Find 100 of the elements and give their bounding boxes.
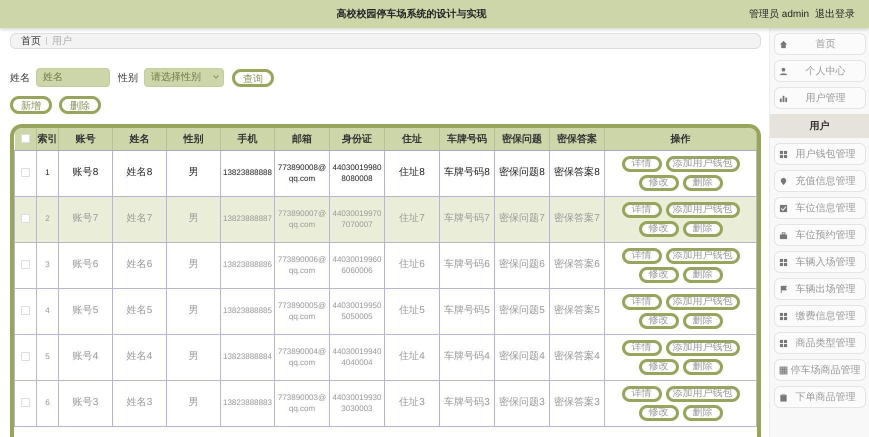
checkbox[interactable] <box>21 352 30 361</box>
action-button[interactable]: 新增 <box>10 96 52 114</box>
table-cell: 3 <box>36 242 58 288</box>
home-icon <box>778 40 788 48</box>
sidebar-item[interactable]: 车辆出场管理 <box>774 278 866 300</box>
sidebar-item[interactable]: 车位信息管理 <box>774 197 866 219</box>
row-action-button[interactable]: 详情 <box>622 386 662 402</box>
column-header: 车牌号码 <box>440 128 494 150</box>
flag-icon <box>778 284 788 294</box>
select-field[interactable]: 请选择性别 <box>144 68 224 87</box>
table-cell: 13823888884 <box>220 334 274 380</box>
sidebar-item[interactable]: 停车场商品管理 <box>774 359 866 381</box>
sidebar-item[interactable]: 充值信息管理 <box>774 170 866 192</box>
sidebar-item[interactable]: 首页 <box>774 33 866 55</box>
breadcrumb-item[interactable]: 首页 <box>21 34 41 48</box>
table-cell: 男 <box>166 288 220 334</box>
row-action-button[interactable]: 详情 <box>622 248 662 264</box>
column-header: 身份证 <box>330 128 384 150</box>
table-cell: 4 <box>36 288 58 334</box>
row-action-button[interactable]: 详情 <box>622 156 662 172</box>
row-action-button[interactable]: 修改 <box>638 266 678 282</box>
sidebar-item[interactable]: 下单商品管理 <box>774 386 866 408</box>
table-cell: 姓名3 <box>112 380 166 426</box>
table-cell: 账号3 <box>58 380 112 426</box>
table-cell: 密保答案6 <box>550 242 604 288</box>
table-cell: 密保答案7 <box>550 196 604 242</box>
table-cell: 773890005@qq.com <box>274 288 330 334</box>
table-cell: 住址7 <box>384 196 440 242</box>
sidebar-item[interactable]: 用户钱包管理 <box>774 143 866 165</box>
table-cell: 姓名7 <box>112 196 166 242</box>
row-action-button[interactable]: 添加用户钱包 <box>666 340 740 356</box>
table-cell: 账号6 <box>58 242 112 288</box>
row-action-button[interactable]: 修改 <box>638 358 678 374</box>
checkbox[interactable] <box>21 214 30 223</box>
table-cell: 密保答案3 <box>550 380 604 426</box>
table-cell: 密保问题7 <box>494 196 550 242</box>
column-header: 手机 <box>220 128 274 150</box>
column-header: 操作 <box>604 128 756 150</box>
table-cell: 6 <box>36 380 58 426</box>
checkbox[interactable] <box>21 260 30 269</box>
row-action-button[interactable]: 添加用户钱包 <box>666 294 740 310</box>
sidebar-item[interactable]: 缴费信息管理 <box>774 305 866 327</box>
checkbox[interactable] <box>20 134 30 144</box>
row-action-button[interactable]: 修改 <box>638 174 678 190</box>
checkbox[interactable] <box>21 398 30 407</box>
clipboard-icon <box>778 392 788 402</box>
row-action-button[interactable]: 添加用户钱包 <box>666 386 740 402</box>
row-action-button[interactable]: 删除 <box>682 220 722 236</box>
sidebar-item[interactable]: 用户管理 <box>774 87 866 109</box>
row-action-button[interactable]: 删除 <box>682 404 722 420</box>
bar-chart-icon <box>778 94 788 102</box>
row-action-button[interactable]: 详情 <box>622 202 662 218</box>
table-cell: 密保问题4 <box>494 334 550 380</box>
table-cell: 773890008@qq.com <box>274 150 330 196</box>
table-cell: 姓名4 <box>112 334 166 380</box>
row-action-button[interactable]: 详情 <box>622 294 662 310</box>
table-cell: 440300199808080008 <box>330 150 384 196</box>
field-label: 性别 <box>118 72 138 84</box>
checked-square-icon <box>778 204 788 212</box>
row-action-button[interactable]: 添加用户钱包 <box>666 248 740 264</box>
row-action-button[interactable]: 修改 <box>638 404 678 420</box>
sidebar-item[interactable]: 个人中心 <box>774 60 866 82</box>
table-cell: 密保答案5 <box>550 288 604 334</box>
row-action-button[interactable]: 修改 <box>638 220 678 236</box>
row-action-button[interactable]: 删除 <box>682 358 722 374</box>
sidebar-subitem[interactable]: 用户 <box>770 114 869 138</box>
row-action-button[interactable]: 详情 <box>622 340 662 356</box>
row-action-button[interactable]: 修改 <box>638 312 678 328</box>
sidebar-item[interactable]: 商品类型管理 <box>774 332 866 354</box>
table-cell: 2 <box>36 196 58 242</box>
sidebar-item[interactable]: 车位预约管理 <box>774 224 866 246</box>
input-field[interactable]: 姓名 <box>36 68 110 87</box>
table-cell: 13823888887 <box>220 196 274 242</box>
table-cell: 440300199606060006 <box>330 242 384 288</box>
search-button[interactable]: 查询 <box>232 68 274 86</box>
table-cell: 密保问题6 <box>494 242 550 288</box>
table-icon <box>778 366 788 374</box>
table-cell: 男 <box>166 242 220 288</box>
action-button[interactable]: 删除 <box>59 96 101 114</box>
table-cell: 男 <box>166 380 220 426</box>
table-cell: 姓名8 <box>112 150 166 196</box>
table-cell: 密保答案4 <box>550 334 604 380</box>
row-action-button[interactable]: 添加用户钱包 <box>666 156 740 172</box>
table-cell: 账号5 <box>58 288 112 334</box>
table-cell: 密保答案8 <box>550 150 604 196</box>
logout-link[interactable]: 退出登录 <box>815 7 855 21</box>
checkbox[interactable] <box>21 168 30 177</box>
row-action-button[interactable]: 添加用户钱包 <box>666 202 740 218</box>
row-action-button[interactable]: 删除 <box>682 174 722 190</box>
table-cell: 账号8 <box>58 150 112 196</box>
table-cell: 密保问题5 <box>494 288 550 334</box>
table-cell: 773890006@qq.com <box>274 242 330 288</box>
field-label: 姓名 <box>10 72 30 84</box>
row-action-button[interactable]: 删除 <box>682 266 722 282</box>
table-cell: 账号4 <box>58 334 112 380</box>
sidebar-item[interactable]: 车辆入场管理 <box>774 251 866 273</box>
user-label: 管理员 admin <box>748 8 809 21</box>
row-action-button[interactable]: 删除 <box>682 312 722 328</box>
checkbox[interactable] <box>21 306 30 315</box>
table-cell: 1 <box>36 150 58 196</box>
